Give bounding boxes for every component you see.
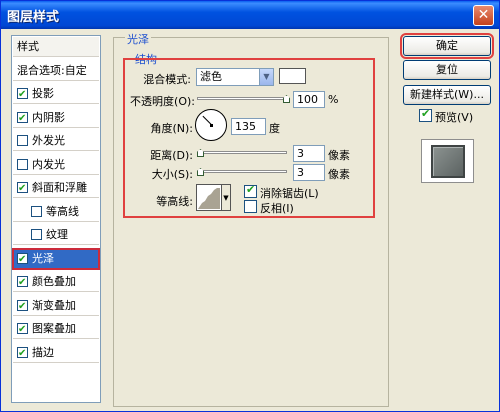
style-item-label: 颜色叠加 <box>32 275 76 288</box>
style-item-label: 内发光 <box>32 157 65 171</box>
distance-input[interactable]: 3 <box>293 145 325 162</box>
style-list-item[interactable]: 颜色叠加 <box>13 272 99 292</box>
style-item-checkbox[interactable] <box>17 179 28 198</box>
style-list-item[interactable]: 外发光 <box>13 131 99 151</box>
style-list-item[interactable]: 内发光 <box>13 155 99 175</box>
style-list-item[interactable]: 内阴影 <box>13 108 99 128</box>
preview-checkbox[interactable] <box>419 107 432 122</box>
style-item-checkbox[interactable] <box>17 158 28 170</box>
style-item-checkbox[interactable] <box>17 297 28 316</box>
style-item-checkbox[interactable] <box>17 273 28 292</box>
style-list-item[interactable]: 描边 <box>13 343 99 363</box>
style-item-label: 纹理 <box>46 228 68 241</box>
style-item-label: 内阴影 <box>32 110 65 124</box>
size-input[interactable]: 3 <box>293 164 325 181</box>
contour-curve-icon <box>198 188 220 209</box>
chevron-down-icon: ▼ <box>223 194 229 202</box>
style-item-checkbox[interactable] <box>17 85 28 104</box>
style-item-label: 图案叠加 <box>32 322 76 335</box>
style-item-label: 外发光 <box>32 134 65 147</box>
angle-dial[interactable] <box>195 109 227 141</box>
reset-button[interactable]: 复位 <box>403 60 491 80</box>
style-item-label: 混合选项:自定 <box>17 63 87 77</box>
gloss-color-swatch[interactable] <box>279 68 306 84</box>
style-preview <box>421 139 474 183</box>
opacity-input[interactable]: 100 <box>293 91 325 108</box>
preview-label: 预览(V) <box>435 111 474 124</box>
size-label: 大小(S): <box>151 168 193 181</box>
style-item-label: 投影 <box>32 87 54 100</box>
style-list-item[interactable]: 等高线 <box>13 202 99 222</box>
preview-swatch <box>431 145 465 178</box>
style-item-label: 描边 <box>32 345 54 359</box>
angle-input[interactable]: 135 <box>231 118 266 135</box>
new-style-button[interactable]: 新建样式(W)... <box>403 85 491 105</box>
title-bar[interactable]: 图层样式 ✕ <box>1 1 499 29</box>
style-item-checkbox[interactable] <box>17 344 28 363</box>
style-list-item[interactable]: 样式 <box>13 37 99 57</box>
size-unit: 像素 <box>328 168 350 181</box>
angle-unit: 度 <box>269 122 280 135</box>
style-item-checkbox[interactable] <box>17 250 28 269</box>
distance-slider-track[interactable] <box>197 151 287 154</box>
distance-label: 距离(D): <box>150 149 193 162</box>
style-item-label: 样式 <box>17 40 39 53</box>
distance-unit: 像素 <box>328 149 350 162</box>
style-item-checkbox[interactable] <box>31 229 42 240</box>
antialias-checkbox[interactable] <box>244 183 257 198</box>
angle-center <box>210 124 213 127</box>
antialias-label: 消除锯齿(L) <box>260 187 319 200</box>
style-item-checkbox[interactable] <box>31 205 42 217</box>
blend-mode-select[interactable]: 滤色 ▼ <box>196 68 274 86</box>
style-item-checkbox[interactable] <box>17 320 28 339</box>
style-item-label: 渐变叠加 <box>32 298 76 312</box>
close-icon: ✕ <box>477 7 490 23</box>
style-list-item[interactable]: 混合选项:自定 <box>13 61 99 81</box>
section-title: 光泽 <box>125 31 151 47</box>
style-item-checkbox[interactable] <box>17 109 28 128</box>
style-list-item[interactable]: 图案叠加 <box>13 319 99 339</box>
size-slider-track[interactable] <box>197 170 287 173</box>
style-item-label: 等高线 <box>46 204 79 218</box>
window-title: 图层样式 <box>7 10 60 25</box>
opacity-slider-track[interactable] <box>197 97 287 100</box>
opacity-label: 不透明度(O): <box>130 95 195 108</box>
opacity-unit: % <box>328 93 339 106</box>
style-list-item[interactable]: 投影 <box>13 84 99 104</box>
blend-mode-value: 滤色 <box>200 70 222 83</box>
chevron-down-icon[interactable]: ▼ <box>259 69 273 85</box>
blend-mode-label: 混合模式: <box>143 73 191 86</box>
contour-dropdown[interactable]: ▼ <box>221 184 231 211</box>
style-list-item[interactable]: 纹理 <box>13 225 99 245</box>
invert-label: 反相(I) <box>260 202 294 215</box>
style-list-item[interactable]: 渐变叠加 <box>13 296 99 316</box>
close-button[interactable]: ✕ <box>473 5 494 26</box>
angle-label: 角度(N): <box>150 122 193 135</box>
layer-style-dialog: 图层样式 ✕ 样式混合选项:自定投影内阴影外发光内发光斜面和浮雕等高线纹理光泽颜… <box>0 0 500 412</box>
style-list-item[interactable]: 光泽 <box>12 247 100 270</box>
style-list-item[interactable]: 斜面和浮雕 <box>13 178 99 198</box>
contour-label: 等高线: <box>156 195 193 208</box>
style-item-label: 光泽 <box>32 251 54 265</box>
invert-checkbox[interactable] <box>244 200 257 213</box>
style-item-label: 斜面和浮雕 <box>32 181 87 194</box>
styles-list: 样式混合选项:自定投影内阴影外发光内发光斜面和浮雕等高线纹理光泽颜色叠加渐变叠加… <box>11 35 101 403</box>
style-item-checkbox[interactable] <box>17 135 28 146</box>
ok-button[interactable]: 确定 <box>400 33 494 59</box>
